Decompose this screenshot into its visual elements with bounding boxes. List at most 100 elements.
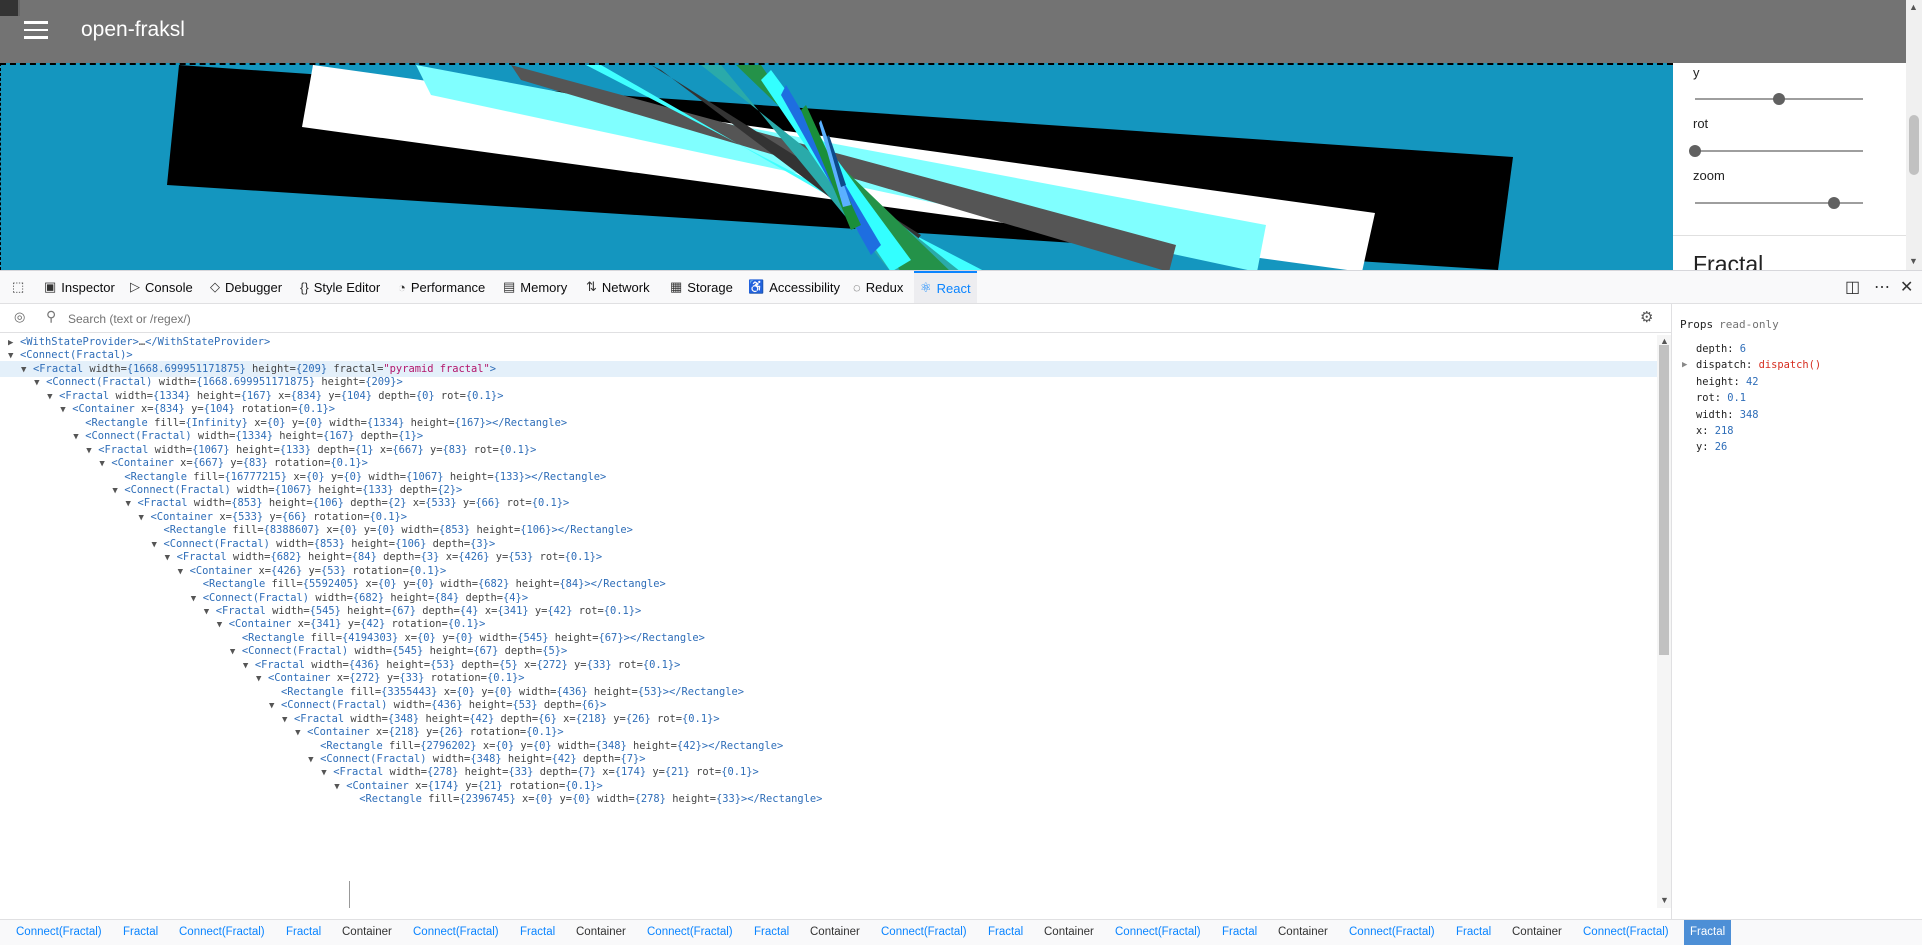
prop-value: 26	[1714, 441, 1728, 454]
tab-react[interactable]: ⚛ React	[914, 271, 977, 303]
more-options-icon[interactable]: ⋯	[1874, 277, 1890, 297]
app-scrollbar-thumb[interactable]	[1909, 115, 1919, 175]
tree-scrollbar-thumb[interactable]	[1659, 345, 1669, 655]
breadcrumb-item[interactable]: Connect(Fractal)	[173, 920, 271, 945]
breadcrumb-item[interactable]: Container	[1506, 920, 1568, 945]
prop-value: 0.1	[1727, 392, 1747, 405]
breadcrumb-item[interactable]: Container	[804, 920, 866, 945]
memory-icon: ▤	[503, 279, 516, 294]
breadcrumb-item[interactable]: Container	[1038, 920, 1100, 945]
close-icon[interactable]: ✕	[1900, 277, 1913, 297]
zoom-slider[interactable]	[1695, 197, 1863, 209]
tab-memory[interactable]: ▤ Memory	[497, 271, 573, 303]
breadcrumb: Connect(Fractal) Fractal Connect(Fractal) F…	[0, 919, 1922, 945]
rot-slider[interactable]	[1689, 145, 1863, 157]
component-tree: ▶ <WithStateProvider>…</WithStateProvider…	[0, 335, 1657, 908]
breadcrumb-item[interactable]: Fractal	[1216, 920, 1263, 945]
console-icon: ▷	[130, 279, 140, 294]
tree-node-label: <Fractal width={278} height={33} depth={…	[333, 766, 759, 779]
y-slider-thumb[interactable]	[1773, 93, 1785, 105]
search-icon: ⚲	[46, 308, 57, 324]
react-icon: ⚛	[920, 280, 932, 295]
tree-node-label: <Rectangle fill={16777215} x={0} y={0} w…	[124, 470, 607, 483]
controls-panel: y rot zoom Fractal	[1673, 63, 1906, 270]
tab-accessibility[interactable]: ♿ Accessibility	[742, 271, 846, 303]
panel-divider	[1673, 235, 1906, 236]
breadcrumb-item[interactable]: Connect(Fractal)	[1343, 920, 1441, 945]
prop-value: 42	[1746, 375, 1759, 388]
tree-node-label: <Connect(Fractal) width={1067} height={1…	[124, 483, 463, 496]
devtools-toolbar: ⬚ ▣ Inspector ▷ Console ◇ Debugger {} Style …	[0, 271, 1922, 304]
breadcrumb-item[interactable]: Connect(Fractal)	[1577, 920, 1675, 945]
breadcrumb-item[interactable]: Container	[336, 920, 398, 945]
y-slider[interactable]	[1695, 93, 1863, 105]
tab-console[interactable]: ▷ Console	[124, 271, 199, 303]
tree-node-label: <Connect(Fractal) width={436} height={53…	[281, 699, 607, 712]
tab-performance[interactable]: ◔ Performance	[392, 271, 491, 303]
select-component-icon[interactable]: ◎	[14, 309, 25, 325]
tree-node-label: <Rectangle fill={4194303} x={0} y={0} wi…	[241, 631, 705, 644]
tree-search-bar: ◎ ⚲ ⚙	[0, 304, 1671, 333]
tree-node[interactable]: <Rectangle fill={2396745} x={0} y={0} wi…	[0, 791, 1657, 808]
prop-key: dispatch:	[1696, 359, 1759, 372]
breadcrumb-item[interactable]: Fractal	[117, 920, 164, 945]
rot-slider-label: rot	[1693, 116, 1709, 131]
tree-scrollbar[interactable]: ▲ ▼	[1657, 335, 1671, 908]
hamburger-menu-icon[interactable]	[24, 21, 48, 41]
breadcrumb-item[interactable]: Fractal	[280, 920, 327, 945]
search-input[interactable]	[66, 308, 1570, 330]
scroll-down-icon[interactable]: ▼	[1909, 256, 1918, 266]
prop-key: x:	[1696, 425, 1715, 437]
tab-redux[interactable]: ◌ Redux	[847, 271, 909, 303]
tree-node-label: <WithStateProvider>…</WithStateProvider>	[20, 336, 271, 348]
tab-style-editor[interactable]: {} Style Editor	[294, 271, 386, 303]
breadcrumb-item[interactable]: Connect(Fractal)	[10, 920, 108, 945]
rot-slider-thumb[interactable]	[1689, 145, 1701, 157]
zoom-slider-thumb[interactable]	[1828, 197, 1841, 209]
tab-debugger[interactable]: ◇ Debugger	[204, 271, 288, 303]
tab-inspector[interactable]: ▣ Inspector	[38, 271, 121, 303]
collapsed-triangle-icon[interactable]: ▶	[1682, 357, 1687, 373]
tab-network[interactable]: ⇅ Network	[580, 271, 656, 303]
tree-node-label: <Fractal width={682} height={84} depth={…	[176, 551, 603, 564]
dock-side-icon[interactable]: ◫	[1845, 277, 1860, 297]
prop-value: 348	[1739, 408, 1759, 421]
tab-storage[interactable]: ▦ Storage	[664, 271, 739, 303]
tree-node-label: <Rectangle fill={2396745} x={0} y={0} wi…	[359, 793, 823, 806]
prop-depth: depth: 6	[1696, 341, 1746, 357]
element-picker-icon[interactable]: ⬚	[6, 271, 30, 303]
breadcrumb-item[interactable]: Container	[1272, 920, 1334, 945]
breadcrumb-item[interactable]: Connect(Fractal)	[875, 920, 973, 945]
fractal-drawing	[167, 65, 1513, 270]
breadcrumb-item[interactable]: Fractal	[982, 920, 1029, 945]
breadcrumb-item[interactable]: Fractal	[1684, 920, 1732, 945]
tree-node-label: <Connect(Fractal) width={545} height={67…	[241, 645, 568, 658]
breadcrumb-item[interactable]: Connect(Fractal)	[407, 920, 505, 945]
prop-value: 6	[1739, 343, 1747, 355]
debugger-icon: ◇	[210, 279, 220, 294]
tree-node-label: <Connect(Fractal) width={1668.6999511718…	[46, 376, 403, 389]
fractal-canvas[interactable]	[0, 63, 1673, 270]
breadcrumb-item[interactable]: Connect(Fractal)	[1109, 920, 1207, 945]
app-scrollbar[interactable]: ▲ ▼	[1906, 0, 1922, 270]
tree-scroll-down-icon[interactable]: ▼	[1660, 895, 1669, 905]
prop-x: x: 218	[1696, 423, 1734, 439]
tree-node-label: <Rectangle fill={2796202} x={0} y={0} wi…	[320, 739, 784, 752]
prop-value: dispatch()	[1758, 359, 1822, 372]
tree-node-label: <Container x={218} y={26} rotation={0.1}…	[307, 726, 564, 739]
tree-node-label: <Container x={341} y={42} rotation={0.1}…	[228, 618, 486, 631]
prop-y: y: 26	[1696, 439, 1727, 455]
breadcrumb-item[interactable]: Fractal	[748, 920, 795, 945]
scroll-up-icon[interactable]: ▲	[1909, 2, 1918, 12]
prop-key: height:	[1696, 375, 1747, 388]
breadcrumb-item[interactable]: Connect(Fractal)	[641, 920, 739, 945]
breadcrumb-item[interactable]: Fractal	[514, 920, 561, 945]
tree-node-label: <Container x={174} y={21} rotation={0.1}…	[346, 779, 603, 792]
tree-node-label: <Fractal width={853} height={106} depth=…	[137, 497, 570, 510]
prop-dispatch[interactable]: ▶ dispatch: dispatch()	[1682, 357, 1822, 373]
app-window: open-fraksl y rot zoom Fractal ▲ ▼	[0, 0, 1922, 270]
settings-gear-icon[interactable]: ⚙	[1640, 308, 1653, 326]
breadcrumb-item[interactable]: Fractal	[1450, 920, 1497, 945]
breadcrumb-item[interactable]: Container	[570, 920, 632, 945]
tree-node-label: <Container x={667} y={83} rotation={0.1}…	[111, 457, 368, 470]
